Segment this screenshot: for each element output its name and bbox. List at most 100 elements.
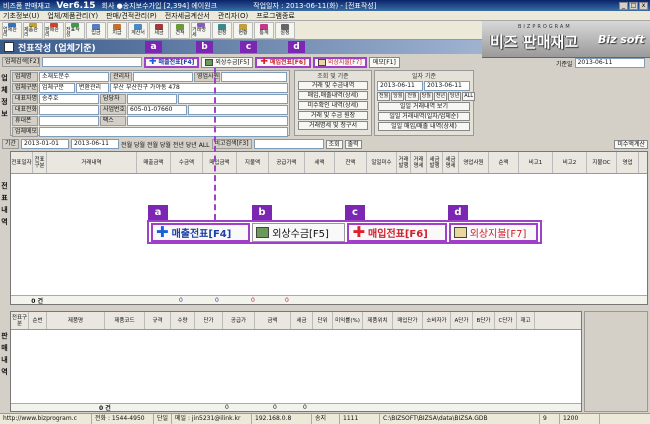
slip-grid-column-header[interactable]: 세금명세 xyxy=(443,152,459,173)
mobile-field[interactable] xyxy=(38,116,99,126)
sales-grid-column-header[interactable]: 제품코드 xyxy=(105,312,145,329)
toolbar-button[interactable]: 세금 xyxy=(149,21,169,39)
filter-to[interactable]: 2013-06-11 xyxy=(71,139,120,149)
slip-grid-column-header[interactable]: 비고1 xyxy=(519,152,553,173)
sales-grid-column-header[interactable]: 소비자가 xyxy=(423,312,451,329)
btn-daily-trade[interactable]: 일일 거래내역 보기 xyxy=(378,102,470,111)
toolbar-button[interactable]: 계산서 xyxy=(128,21,148,39)
ceo-field[interactable]: 송주호 xyxy=(39,94,99,104)
slip-grid-column-header[interactable]: 전표일자 xyxy=(11,152,33,173)
btn-statement-invoice[interactable]: 거래명세 및 청구서 xyxy=(298,121,368,130)
menu-item-admin[interactable]: 관리자(O) xyxy=(218,11,248,21)
callout-sales-button[interactable]: ✚ 매출전표[F4] xyxy=(151,222,251,242)
slip-grid-column-header[interactable]: 잔액 xyxy=(335,152,367,173)
filter-from[interactable]: 2013-01-01 xyxy=(21,139,70,149)
callout-receivable-button[interactable]: 외상수금[F5] xyxy=(252,222,346,242)
sales-grid-column-header[interactable]: C단가 xyxy=(495,312,517,329)
salesrep-field[interactable] xyxy=(221,72,287,82)
slip-grid-column-header[interactable]: 공급가액 xyxy=(269,152,305,173)
toolbar-button[interactable]: 제품관리 xyxy=(23,21,43,39)
tab-purchase-slip[interactable]: ✚ 매입전표[F6] xyxy=(255,56,311,68)
callout-payable-button[interactable]: 외상지불[F7] xyxy=(448,222,538,242)
toolbar-button[interactable]: 통계 xyxy=(254,21,274,39)
toolbar-button[interactable]: 설정 xyxy=(275,21,295,39)
sales-grid-column-header[interactable]: 매입단가 xyxy=(393,312,423,329)
slip-grid-column-header[interactable]: 세액 xyxy=(305,152,335,173)
slip-grid-column-header[interactable]: 세금발행 xyxy=(427,152,443,173)
business-extra-field[interactable] xyxy=(188,105,288,115)
toolbar-button[interactable]: 거래명세 xyxy=(191,21,211,39)
sales-grid-column-header[interactable]: 공급가 xyxy=(223,312,255,329)
btn-receivable-detail[interactable]: 미수확인 내역(상세) xyxy=(298,101,368,110)
sales-grid-column-header[interactable]: 규격 xyxy=(145,312,171,329)
sales-grid-column-header[interactable]: 금액 xyxy=(255,312,291,329)
slip-grid-column-header[interactable]: 거래명세 xyxy=(411,152,427,173)
sales-grid-column-header[interactable]: 재고 xyxy=(517,312,535,329)
print-button[interactable]: 출력 xyxy=(344,139,362,149)
slip-grid-column-header[interactable]: 수금액 xyxy=(171,152,203,173)
sales-grid-column-header[interactable]: 미익률(%) xyxy=(333,312,363,329)
period-quick-button[interactable]: 전년 xyxy=(433,92,448,101)
slip-grid-column-header[interactable]: 매입금액 xyxy=(203,152,237,173)
slip-grid-column-header[interactable]: 매출금액 xyxy=(137,152,171,173)
sales-detail-grid[interactable]: 전표구분 순번 제품명 제품코드 규격 수량 단가 공급가 금액 세금 단위 미익률(%) 제품위치 매입… xyxy=(10,311,582,412)
menu-item-einvoice[interactable]: 전자세금계산서 xyxy=(165,11,210,21)
manager-field[interactable] xyxy=(133,72,193,82)
toolbar-button[interactable]: 전표작성 xyxy=(65,21,85,39)
receivable-calc-button[interactable]: 미수액계산 xyxy=(614,139,648,149)
business-no-field[interactable]: 605-01-07660 xyxy=(127,105,187,115)
slip-grid-column-header[interactable]: 비고2 xyxy=(553,152,587,173)
slip-grid-column-header[interactable]: 거래내역 xyxy=(47,152,137,173)
menu-item-company[interactable]: 업체/제품관리(Y) xyxy=(47,11,98,21)
period-quick-button[interactable]: 당월 xyxy=(419,92,433,101)
sales-grid-column-header[interactable]: B단가 xyxy=(473,312,495,329)
sales-grid-column-header[interactable]: 제품위치 xyxy=(363,312,393,329)
company-memo-field[interactable] xyxy=(39,127,288,137)
slip-grid-column-header[interactable]: 지불OC xyxy=(587,152,617,173)
toolbar-button[interactable]: 견적 xyxy=(170,21,190,39)
period-quick-button[interactable]: 당년 xyxy=(448,92,462,101)
toolbar-button[interactable]: 원장 xyxy=(212,21,232,39)
memo-search-input[interactable] xyxy=(253,139,324,149)
toolbar-button[interactable]: 판매관리 xyxy=(44,21,64,39)
callout-purchase-button[interactable]: ✚ 매입전표[F6] xyxy=(347,222,447,242)
period-quick-button[interactable]: 당월 xyxy=(391,92,405,101)
period-quick-button[interactable]: 전월 xyxy=(405,92,419,101)
toolbar-button[interactable]: 업체관리 xyxy=(2,21,22,39)
slip-grid-column-header[interactable]: 순액 xyxy=(489,152,519,173)
slip-grid-column-header[interactable]: 전표구분 xyxy=(33,152,47,173)
sales-grid-column-header[interactable]: 단위 xyxy=(313,312,333,329)
sales-grid-column-header[interactable]: A단가 xyxy=(451,312,473,329)
contact-field[interactable] xyxy=(127,94,177,104)
sales-grid-column-header[interactable]: 전표구분 xyxy=(11,312,29,329)
contact-extra-field[interactable] xyxy=(178,94,288,104)
fax-field[interactable] xyxy=(126,116,288,126)
period-quick-button[interactable]: ALL xyxy=(462,92,476,101)
company-type-field[interactable]: 업체구분 xyxy=(39,83,75,93)
tab-payable[interactable]: 외상지불[F7] xyxy=(312,56,367,68)
menu-item-sales[interactable]: 판매/견적관리(P) xyxy=(106,11,157,21)
search-button[interactable]: 조회 xyxy=(325,139,343,149)
manager-value[interactable]: 변환관리 xyxy=(76,83,109,93)
address-field[interactable]: 부산 부산진구 가야동 478 xyxy=(110,83,288,93)
menu-item-exit[interactable]: 프로그램종료 xyxy=(256,11,295,21)
btn-trade-collection[interactable]: 거래 및 수금내역 xyxy=(298,81,368,90)
toolbar-button[interactable]: 지급 xyxy=(107,21,127,39)
company-name-field[interactable]: 소재도문수 xyxy=(39,72,109,82)
sales-grid-column-header[interactable]: 세금 xyxy=(291,312,313,329)
sales-grid-column-header[interactable]: 단가 xyxy=(195,312,223,329)
tab-sales-slip[interactable]: ✚ 매출전표[F4] xyxy=(144,56,200,68)
phone-field[interactable] xyxy=(39,105,99,115)
filter-quick[interactable]: 전월 당월 전월 당월 전년 당년 ALL xyxy=(121,140,209,149)
slip-grid-column-header[interactable]: 일일미수 xyxy=(367,152,397,173)
slip-grid-column-header[interactable]: 영업 xyxy=(617,152,639,173)
tab-receivable[interactable]: 외상수금[F5] xyxy=(201,56,254,68)
period-quick-button[interactable]: 전월 xyxy=(377,92,391,101)
slip-grid-column-header[interactable]: 거래발행 xyxy=(397,152,411,173)
btn-daily-detail[interactable]: 일일 매입/매출 내역(상세) xyxy=(378,122,470,131)
sales-grid-column-header[interactable]: 제품명 xyxy=(47,312,105,329)
period-from[interactable]: 2013-06-11 xyxy=(377,81,423,91)
toolbar-button[interactable]: 현황 xyxy=(233,21,253,39)
sales-grid-column-header[interactable]: 순번 xyxy=(29,312,47,329)
company-search-input[interactable] xyxy=(42,57,142,67)
